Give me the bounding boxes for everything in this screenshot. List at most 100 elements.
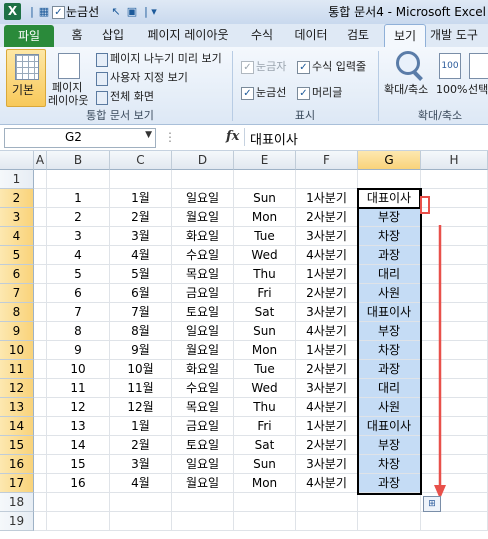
headings-checkbox[interactable]: ✓: [297, 87, 310, 100]
zoom-100-button[interactable]: 100 100%: [434, 49, 467, 105]
formula-input[interactable]: 대표이사: [250, 129, 298, 148]
cell-f12[interactable]: 3사분기: [296, 379, 358, 398]
cell-g9[interactable]: 부장: [358, 322, 421, 341]
cell-e1[interactable]: [234, 170, 296, 189]
cell-b4[interactable]: 3: [47, 227, 110, 246]
cell-f4[interactable]: 3사분기: [296, 227, 358, 246]
normal-view-button[interactable]: 기본: [6, 49, 46, 107]
cell-e7[interactable]: Fri: [234, 284, 296, 303]
auto-fill-options-icon[interactable]: ⊞: [423, 496, 441, 512]
cell-f2[interactable]: 1사분기: [296, 189, 358, 208]
cell-g4[interactable]: 차장: [358, 227, 421, 246]
cell-b3[interactable]: 2: [47, 208, 110, 227]
cell-a17[interactable]: [34, 474, 47, 493]
cell-c17[interactable]: 4월: [110, 474, 172, 493]
cell-e17[interactable]: Mon: [234, 474, 296, 493]
cell-c11[interactable]: 10월: [110, 360, 172, 379]
row-header-2[interactable]: 2: [0, 189, 34, 208]
cell-d9[interactable]: 일요일: [172, 322, 234, 341]
gridlines-quick-checkbox[interactable]: ✓: [52, 6, 65, 19]
tab-data[interactable]: 데이터: [288, 24, 334, 47]
zoom-to-selection-button[interactable]: 선택: [466, 49, 488, 105]
cell-f8[interactable]: 3사분기: [296, 303, 358, 322]
cell-b13[interactable]: 12: [47, 398, 110, 417]
cell-e3[interactable]: Mon: [234, 208, 296, 227]
row-header-6[interactable]: 6: [0, 265, 34, 284]
cell-f16[interactable]: 3사분기: [296, 455, 358, 474]
row-header-13[interactable]: 13: [0, 398, 34, 417]
cell-a16[interactable]: [34, 455, 47, 474]
row-header-12[interactable]: 12: [0, 379, 34, 398]
fill-handle-highlight[interactable]: [420, 196, 430, 214]
cell-g5[interactable]: 과장: [358, 246, 421, 265]
cell-g11[interactable]: 과장: [358, 360, 421, 379]
cell-a6[interactable]: [34, 265, 47, 284]
cell-c12[interactable]: 11월: [110, 379, 172, 398]
cell-d15[interactable]: 토요일: [172, 436, 234, 455]
row-header-9[interactable]: 9: [0, 322, 34, 341]
cell-e15[interactable]: Sat: [234, 436, 296, 455]
row-header-14[interactable]: 14: [0, 417, 34, 436]
cell-f14[interactable]: 1사분기: [296, 417, 358, 436]
cell-d4[interactable]: 화요일: [172, 227, 234, 246]
cell-f17[interactable]: 4사분기: [296, 474, 358, 493]
cell-e9[interactable]: Sun: [234, 322, 296, 341]
cell-a19[interactable]: [34, 512, 47, 531]
cell-f10[interactable]: 1사분기: [296, 341, 358, 360]
row-header-7[interactable]: 7: [0, 284, 34, 303]
cell-h19[interactable]: [421, 512, 488, 531]
cell-f13[interactable]: 4사분기: [296, 398, 358, 417]
cell-e18[interactable]: [234, 493, 296, 512]
cell-c3[interactable]: 2월: [110, 208, 172, 227]
cell-d14[interactable]: 금요일: [172, 417, 234, 436]
cell-e13[interactable]: Thu: [234, 398, 296, 417]
cell-d18[interactable]: [172, 493, 234, 512]
cell-b19[interactable]: [47, 512, 110, 531]
cell-g3[interactable]: 부장: [358, 208, 421, 227]
cell-c16[interactable]: 3월: [110, 455, 172, 474]
tab-formulas[interactable]: 수식: [244, 24, 280, 47]
row-header-15[interactable]: 15: [0, 436, 34, 455]
cell-g1[interactable]: [358, 170, 421, 189]
cell-h1[interactable]: [421, 170, 488, 189]
cell-d17[interactable]: 월요일: [172, 474, 234, 493]
cell-a9[interactable]: [34, 322, 47, 341]
cell-c14[interactable]: 1월: [110, 417, 172, 436]
cell-e19[interactable]: [234, 512, 296, 531]
select-all-corner[interactable]: [0, 151, 34, 170]
cell-d2[interactable]: 일요일: [172, 189, 234, 208]
cell-g12[interactable]: 대리: [358, 379, 421, 398]
cell-g16[interactable]: 차장: [358, 455, 421, 474]
insert-function-icon[interactable]: fx: [226, 129, 239, 144]
cell-e16[interactable]: Sun: [234, 455, 296, 474]
cell-b2[interactable]: 1: [47, 189, 110, 208]
cell-b10[interactable]: 9: [47, 341, 110, 360]
cell-a10[interactable]: [34, 341, 47, 360]
cell-c1[interactable]: [110, 170, 172, 189]
cell-c9[interactable]: 8월: [110, 322, 172, 341]
cell-d16[interactable]: 일요일: [172, 455, 234, 474]
cell-g18[interactable]: [358, 493, 421, 512]
cell-d13[interactable]: 목요일: [172, 398, 234, 417]
column-header-c[interactable]: C: [110, 151, 172, 170]
cell-e8[interactable]: Sat: [234, 303, 296, 322]
tab-file[interactable]: 파일: [4, 25, 54, 47]
column-header-d[interactable]: D: [172, 151, 234, 170]
cell-d5[interactable]: 수요일: [172, 246, 234, 265]
cell-a3[interactable]: [34, 208, 47, 227]
cell-e2[interactable]: Sun: [234, 189, 296, 208]
cell-h2[interactable]: [421, 189, 488, 208]
column-header-g[interactable]: G: [358, 151, 421, 170]
cell-b16[interactable]: 15: [47, 455, 110, 474]
tab-insert[interactable]: 삽입: [96, 24, 130, 47]
cell-e4[interactable]: Tue: [234, 227, 296, 246]
cell-c5[interactable]: 4월: [110, 246, 172, 265]
cell-d3[interactable]: 월요일: [172, 208, 234, 227]
cell-f3[interactable]: 2사분기: [296, 208, 358, 227]
cell-a18[interactable]: [34, 493, 47, 512]
cell-d12[interactable]: 수요일: [172, 379, 234, 398]
cell-c13[interactable]: 12월: [110, 398, 172, 417]
row-header-3[interactable]: 3: [0, 208, 34, 227]
cell-f1[interactable]: [296, 170, 358, 189]
cell-b1[interactable]: [47, 170, 110, 189]
